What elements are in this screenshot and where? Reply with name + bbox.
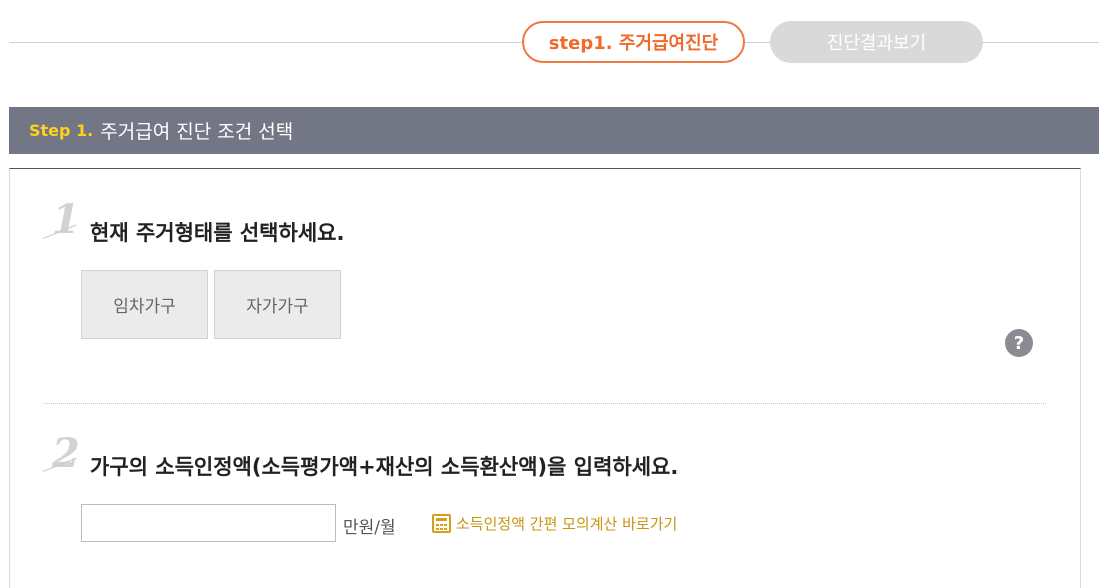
question2-number: 2 xyxy=(52,430,80,477)
question1-number: 1 xyxy=(52,196,80,243)
option-owner-household[interactable]: 자가가구 xyxy=(214,270,341,339)
step1-tab[interactable]: step1. 주거급여진단 xyxy=(522,21,745,63)
option-renter-household[interactable]: 임차가구 xyxy=(81,270,208,339)
option-renter-label: 임차가구 xyxy=(113,297,176,317)
section-header: Step 1. 주거급여 진단 조건 선택 xyxy=(9,107,1099,154)
income-unit-label: 만원/월 xyxy=(343,518,396,538)
help-icon-glyph: ? xyxy=(1013,332,1025,354)
question1-text: 현재 주거형태를 선택하세요. xyxy=(90,221,345,245)
section-step-label: Step 1. xyxy=(29,121,94,140)
income-calculator-link[interactable]: 소득인정액 간편 모의계산 바로가기 xyxy=(432,513,677,534)
step1-label: step1. 주거급여진단 xyxy=(548,33,719,54)
question2-text: 가구의 소득인정액(소득평가액+재산의 소득환산액)을 입력하세요. xyxy=(90,455,679,479)
result-label: 진단결과보기 xyxy=(826,33,927,54)
option-owner-label: 자가가구 xyxy=(246,297,309,317)
income-input[interactable] xyxy=(81,504,336,542)
help-icon[interactable]: ? xyxy=(1005,329,1033,357)
result-tab[interactable]: 진단결과보기 xyxy=(770,21,983,63)
section-divider xyxy=(43,403,1046,404)
section-title: 주거급여 진단 조건 선택 xyxy=(100,121,294,143)
calculator-icon xyxy=(432,514,451,533)
income-calculator-link-label: 소득인정액 간편 모의계산 바로가기 xyxy=(456,515,678,533)
